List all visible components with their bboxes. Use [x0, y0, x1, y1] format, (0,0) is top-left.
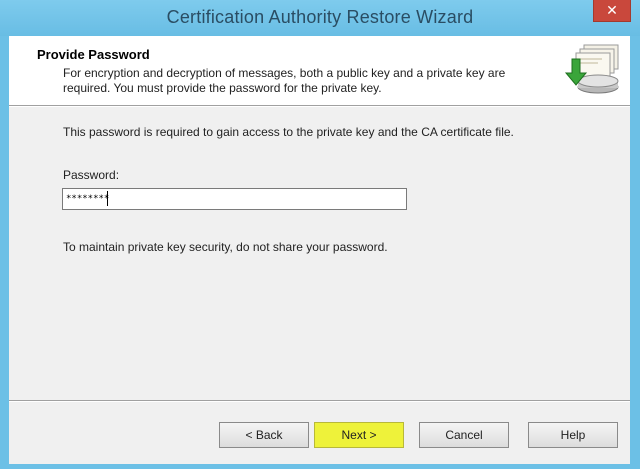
close-icon: ✕: [606, 2, 618, 18]
wizard-header: Provide Password For encryption and decr…: [9, 36, 630, 106]
footer-divider-highlight: [9, 401, 630, 402]
help-button[interactable]: Help: [528, 422, 618, 448]
close-button[interactable]: ✕: [593, 0, 631, 22]
text-caret: [107, 191, 108, 206]
wizard-window: Provide Password For encryption and decr…: [9, 36, 630, 464]
page-title: Provide Password: [37, 47, 150, 62]
title-bar: Certification Authority Restore Wizard ✕: [0, 0, 640, 36]
page-description: For encryption and decryption of message…: [63, 66, 506, 95]
security-note: To maintain private key security, do not…: [63, 240, 388, 254]
password-field[interactable]: [62, 188, 407, 210]
next-button[interactable]: Next >: [314, 422, 404, 448]
intro-text: This password is required to gain access…: [63, 125, 514, 139]
back-button[interactable]: < Back: [219, 422, 309, 448]
password-label: Password:: [63, 168, 120, 182]
certificate-restore-icon: [564, 44, 619, 94]
window-title: Certification Authority Restore Wizard: [166, 7, 474, 27]
header-divider: [9, 106, 630, 107]
cancel-button[interactable]: Cancel: [419, 422, 509, 448]
